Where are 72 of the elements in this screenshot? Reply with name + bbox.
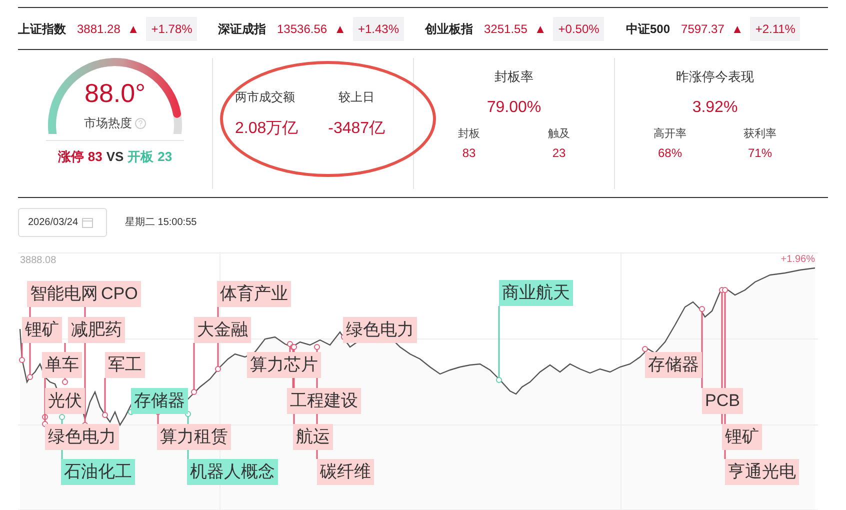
stat-label: 触及 [548,126,570,142]
sector-tag: 绿色电力 [343,317,417,343]
sector-tag: 商业航天 [499,280,573,306]
up-arrow: ▲ [334,20,346,38]
sector-tag: 智能电网 [27,281,101,307]
vs-label: VS [106,148,124,166]
section-value: 79.00% [486,98,542,118]
leader-line [191,343,197,395]
stat-value: 2.08万亿 [235,119,298,139]
heat-label: 市场热度 [84,115,132,132]
sector-tag: 绿色电力 [45,424,119,450]
axis-top-value: 3888.08 [20,254,56,268]
sector-tag: 算力芯片 [247,352,321,378]
change-badge: +1.78% [146,16,198,40]
up-arrow: ▲ [127,20,140,38]
sector-tag: 存储器 [131,388,188,414]
section-title: 昨涨停今表现 [676,68,754,86]
stat-label: 获利率 [744,126,776,142]
sector-tag: CPO [98,281,141,307]
limit-up-label: 涨停 [58,148,84,166]
sector-tag: 工程建设 [287,388,361,414]
sector-tag: 军工 [105,352,145,378]
stat-label: 较上日 [338,89,375,106]
section-value: 3.92% [692,98,738,118]
index-value: 3881.28 [77,20,120,38]
sector-tag: 碳纤维 [317,459,374,485]
index-name: 创业板指 [425,20,473,38]
sector-tag: 航运 [293,424,333,450]
index-value: 7597.37 [681,20,724,38]
stat-label: 高开率 [654,126,686,142]
stat-label: 两市成交额 [235,89,296,106]
sector-tag: 亨通光电 [725,459,799,485]
open-count: 23 [158,148,172,166]
calendar-icon [82,218,94,228]
sector-tag: 减肥药 [68,317,125,343]
sector-tag: 锂矿 [722,424,762,450]
sector-tag: 单车 [42,352,82,378]
stat-label: 封板 [458,126,480,142]
stat-value: 68% [658,145,682,162]
index-value: 13536.56 [277,20,328,38]
stat-value: 71% [748,145,772,162]
limit-up-count: 83 [88,148,102,166]
open-label: 开板 [128,148,154,166]
sector-tag: 体育产业 [217,281,291,307]
sector-tag: 大金融 [194,317,251,343]
change-badge: +0.50% [553,16,604,40]
change-percent: +1.96% [780,253,815,267]
leader-line [19,343,25,363]
weekday-time: 星期二 15:00:55 [125,216,197,230]
leader-line [102,378,108,418]
heat-value: 88.0° [84,78,146,108]
section-title: 封板率 [494,68,534,86]
stat-value: -3487亿 [328,119,386,139]
index-name: 深证成指 [218,20,266,38]
index-value: 3251.55 [484,20,528,38]
sector-tag: 机器人概念 [187,459,278,485]
sector-tag: 存储器 [645,352,702,378]
stat-value: 23 [552,145,566,162]
stat-value: 83 [462,145,476,162]
sector-tag: 锂矿 [22,317,62,343]
up-arrow: ▲ [731,20,744,38]
sector-tag: 算力租赁 [157,424,231,450]
date-field[interactable]: 2026/03/24 [18,208,107,237]
change-badge: +1.43% [352,16,404,40]
index-name: 上证指数 [18,20,66,38]
up-arrow: ▲ [534,20,546,38]
index-name: 中证500 [626,20,670,38]
sector-tag: 石油化工 [61,459,135,485]
sector-tag: 光伏 [45,388,85,414]
sector-tag: PCB [702,388,743,414]
change-badge: +2.11% [750,16,800,40]
date-value: 2026/03/24 [28,216,78,230]
